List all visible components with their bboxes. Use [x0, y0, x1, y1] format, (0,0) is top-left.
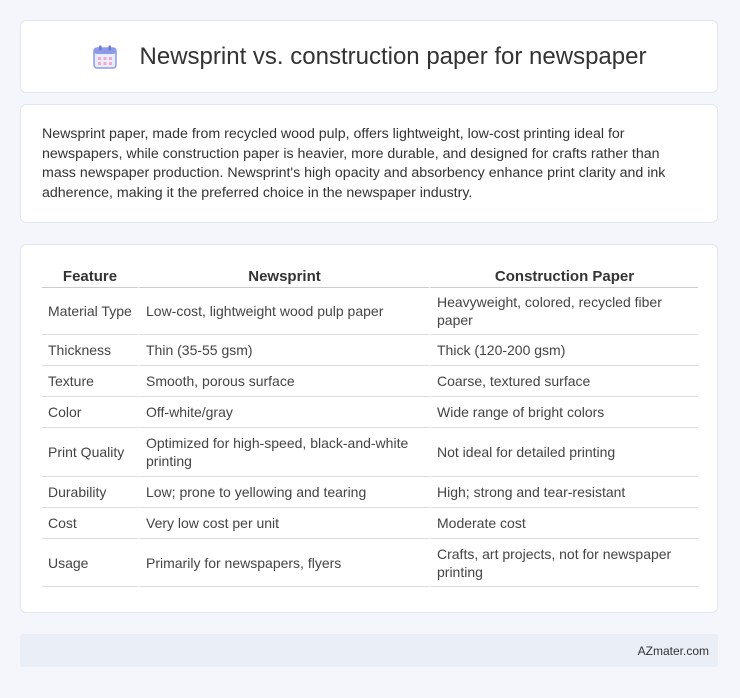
comparison-table: Feature Newsprint Construction Paper Mat…	[42, 265, 698, 587]
table-cell-feature: Cost	[42, 508, 138, 539]
table-cell-newsprint: Off-white/gray	[138, 397, 429, 428]
column-header-feature: Feature	[42, 265, 138, 288]
table-card: Feature Newsprint Construction Paper Mat…	[20, 244, 718, 613]
table-cell-construction-paper: Moderate cost	[429, 508, 698, 539]
column-header-construction-paper: Construction Paper	[429, 265, 698, 288]
table-cell-construction-paper: Crafts, art projects, not for newspaper …	[429, 539, 698, 587]
table-cell-construction-paper: High; strong and tear-resistant	[429, 477, 698, 508]
table-cell-feature: Material Type	[42, 288, 138, 335]
table-cell-feature: Durability	[42, 477, 138, 508]
table-cell-feature: Usage	[42, 539, 138, 587]
table-row: Thickness Thin (35-55 gsm) Thick (120-20…	[42, 335, 698, 366]
title-card: Newsprint vs. construction paper for new…	[20, 20, 718, 93]
column-header-newsprint: Newsprint	[138, 265, 429, 288]
page-title: Newsprint vs. construction paper for new…	[139, 42, 647, 70]
table-cell-construction-paper: Coarse, textured surface	[429, 366, 698, 397]
table-header-row: Feature Newsprint Construction Paper	[42, 265, 698, 288]
summary-text: Newsprint paper, made from recycled wood…	[42, 126, 666, 201]
table-cell-construction-paper: Heavyweight, colored, recycled fiber pap…	[429, 288, 698, 335]
table-cell-newsprint: Optimized for high-speed, black-and-whit…	[138, 428, 429, 477]
table-row: Durability Low; prone to yellowing and t…	[42, 477, 698, 508]
table-cell-feature: Thickness	[42, 335, 138, 366]
summary-card: Newsprint paper, made from recycled wood…	[20, 104, 718, 223]
table-cell-newsprint: Primarily for newspapers, flyers	[138, 539, 429, 587]
table-cell-newsprint: Smooth, porous surface	[138, 366, 429, 397]
table-row: Color Off-white/gray Wide range of brigh…	[42, 397, 698, 428]
table-cell-construction-paper: Not ideal for detailed printing	[429, 428, 698, 477]
table-row: Print Quality Optimized for high-speed, …	[42, 428, 698, 477]
footer: AZmater.com	[20, 634, 718, 667]
table-cell-construction-paper: Thick (120-200 gsm)	[429, 335, 698, 366]
table-cell-newsprint: Very low cost per unit	[138, 508, 429, 539]
table-cell-newsprint: Low-cost, lightweight wood pulp paper	[138, 288, 429, 335]
table-row: Texture Smooth, porous surface Coarse, t…	[42, 366, 698, 397]
table-row: Usage Primarily for newspapers, flyers C…	[42, 539, 698, 587]
table-cell-newsprint: Thin (35-55 gsm)	[138, 335, 429, 366]
table-cell-feature: Print Quality	[42, 428, 138, 477]
footer-site-link[interactable]: AZmater.com	[638, 644, 709, 658]
table-row: Material Type Low-cost, lightweight wood…	[42, 288, 698, 335]
table-cell-newsprint: Low; prone to yellowing and tearing	[138, 477, 429, 508]
table-row: Cost Very low cost per unit Moderate cos…	[42, 508, 698, 539]
title-wrap: Newsprint vs. construction paper for new…	[92, 42, 647, 71]
table-cell-feature: Color	[42, 397, 138, 428]
table-cell-feature: Texture	[42, 366, 138, 397]
calendar-icon	[92, 44, 118, 70]
table-cell-construction-paper: Wide range of bright colors	[429, 397, 698, 428]
